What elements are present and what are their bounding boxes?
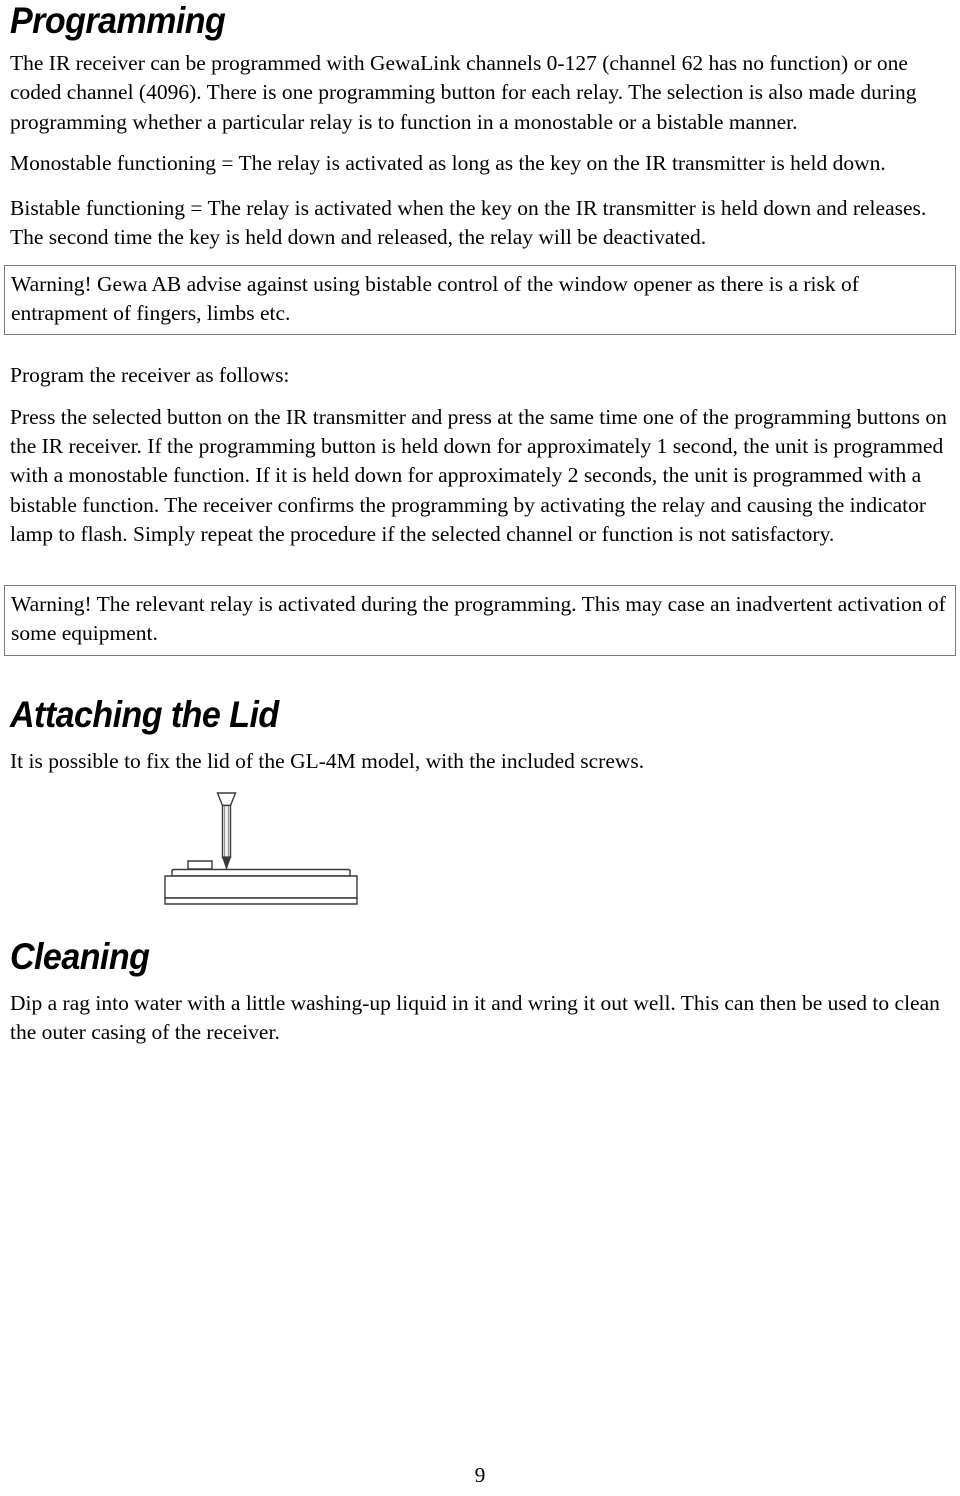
receiver-lid-top [171, 868, 351, 877]
screw-head-icon [216, 792, 237, 807]
warning-text-bistable: Warning! Gewa AB advise against using bi… [11, 271, 859, 326]
warning-box-relay-activation: Warning! The relevant relay is activated… [4, 585, 956, 656]
warning-box-bistable: Warning! Gewa AB advise against using bi… [4, 264, 956, 336]
paragraph-bistable-definition: Bistable functioning = The relay is acti… [10, 196, 927, 250]
page-title-cleaning: Cleaning [10, 936, 150, 978]
paragraph-program-intro: Program the receiver as follows: [10, 363, 290, 388]
paragraph-monostable-definition: Monostable functioning = The relay is ac… [10, 150, 886, 175]
paragraph-programming-intro: The IR receiver can be programmed with G… [10, 51, 917, 134]
screw-tip-icon [221, 856, 232, 870]
paragraph-cleaning: Dip a rag into water with a little washi… [10, 991, 940, 1045]
page-title-attaching-the-lid: Attaching the Lid [10, 693, 279, 735]
figure-receiver-lid-screw [10, 788, 950, 908]
receiver-lid-screw-diagram [164, 792, 358, 905]
screw-shaft-icon [221, 804, 232, 859]
receiver-lid-tab [187, 860, 213, 870]
page-title-programming: Programming [10, 0, 226, 41]
receiver-casing-body [164, 875, 358, 899]
paragraph-attaching-the-lid: It is possible to fix the lid of the GL-… [10, 748, 645, 773]
page-number: 9 [474, 1463, 486, 1487]
receiver-casing-base [164, 897, 358, 905]
warning-text-relay-activation: Warning! The relevant relay is activated… [11, 592, 946, 646]
document-page: Programming The IR receiver can be progr… [0, 0, 960, 1496]
paragraph-program-steps: Press the selected button on the IR tran… [10, 404, 947, 546]
